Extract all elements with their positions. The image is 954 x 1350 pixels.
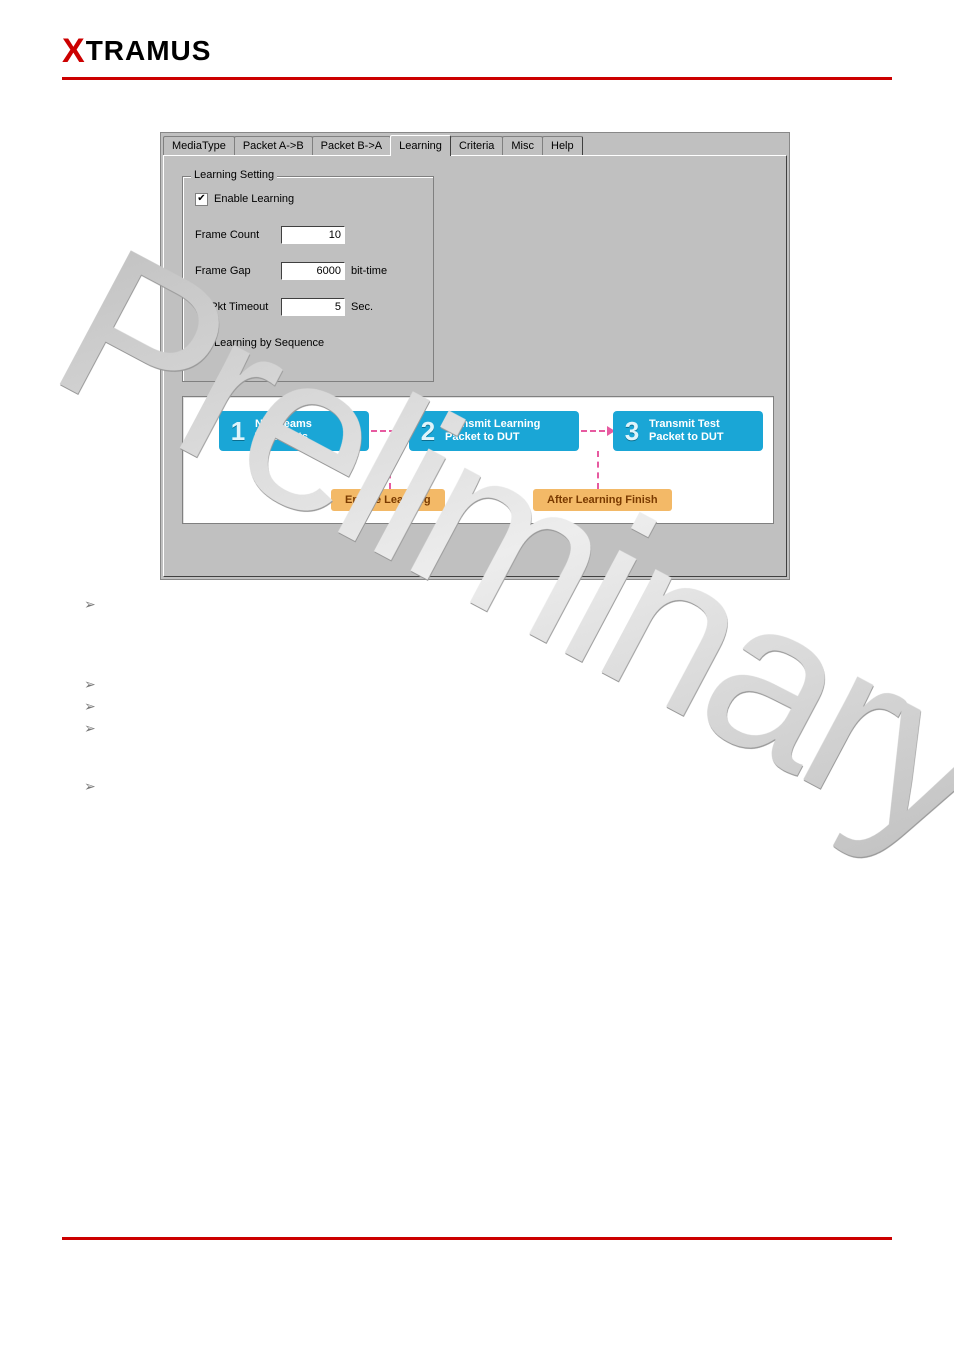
footer-rule — [62, 1237, 892, 1240]
tab-misc[interactable]: Misc — [502, 136, 543, 155]
tab-help[interactable]: Help — [542, 136, 583, 155]
bullet-icon: ➢ — [80, 698, 96, 720]
step3-line1: Transmit Test — [649, 418, 724, 431]
step1-line1: Nustreams — [255, 418, 312, 431]
tab-packet-a-b[interactable]: Packet A->B — [234, 136, 313, 155]
frame-count-label: Frame Count — [195, 229, 281, 241]
step2-line1: Transmit Learning — [445, 418, 540, 431]
frame-gap-label: Frame Gap — [195, 265, 281, 277]
tx-timeout-label: Tx Pkt Timeout — [195, 301, 281, 313]
bullet-icon: ➢ — [80, 778, 96, 800]
step1-line2: Test Ports — [255, 431, 312, 444]
step1-number: 1 — [225, 416, 251, 447]
tab-learning[interactable]: Learning — [390, 135, 451, 156]
frame-gap-input[interactable] — [281, 262, 345, 280]
brand-logo: XTRAMUS — [62, 35, 211, 66]
tab-packet-b-a[interactable]: Packet B->A — [312, 136, 391, 155]
tab-mediatype[interactable]: MediaType — [163, 136, 235, 155]
learning-setting-group: Learning Setting Enable Learning Frame C… — [182, 176, 434, 382]
learning-flow-diagram: 1 Nustreams Test Ports 2 Transmit Learni… — [182, 396, 774, 524]
bullet-icon: ➢ — [80, 720, 96, 742]
frame-gap-unit: bit-time — [351, 265, 387, 277]
bullet-icon: ➢ — [80, 596, 96, 618]
step3-line2: Packet to DUT — [649, 431, 724, 444]
diagram-step-1: 1 Nustreams Test Ports — [219, 411, 369, 451]
tab-strip: MediaType Packet A->B Packet B->A Learni… — [161, 133, 789, 155]
enable-learning-label: Enable Learning — [214, 193, 294, 205]
step2-line2: Packet to DUT — [445, 431, 540, 444]
arrow-2-3-icon — [581, 427, 615, 435]
connector-2-icon — [597, 451, 599, 489]
learning-by-sequence-checkbox[interactable] — [195, 337, 208, 350]
enable-learning-checkbox[interactable] — [195, 193, 208, 206]
tag-enable-learning: Enable Learning — [331, 489, 445, 511]
connector-1-icon — [389, 451, 391, 489]
diagram-step-2: 2 Transmit Learning Packet to DUT — [409, 411, 579, 451]
step3-number: 3 — [619, 416, 645, 447]
tab-criteria[interactable]: Criteria — [450, 136, 503, 155]
tab-panel: Learning Setting Enable Learning Frame C… — [163, 155, 787, 577]
group-legend: Learning Setting — [191, 169, 277, 181]
arrow-1-2-icon — [371, 427, 405, 435]
step2-number: 2 — [415, 416, 441, 447]
tx-timeout-input[interactable] — [281, 298, 345, 316]
brand-rest: TRAMUS — [86, 35, 212, 66]
header-rule — [62, 77, 892, 80]
diagram-step-3: 3 Transmit Test Packet to DUT — [613, 411, 763, 451]
bullet-list: ➢ ➢ ➢ ➢ ➢ — [80, 596, 96, 800]
frame-count-input[interactable] — [281, 226, 345, 244]
tx-timeout-unit: Sec. — [351, 301, 373, 313]
learning-by-sequence-label: Learning by Sequence — [214, 337, 324, 349]
screenshot-window: MediaType Packet A->B Packet B->A Learni… — [160, 132, 790, 580]
bullet-icon: ➢ — [80, 676, 96, 698]
tag-after-finish: After Learning Finish — [533, 489, 672, 511]
brand-prefix: X — [62, 32, 86, 70]
header: XTRAMUS — [0, 0, 954, 71]
